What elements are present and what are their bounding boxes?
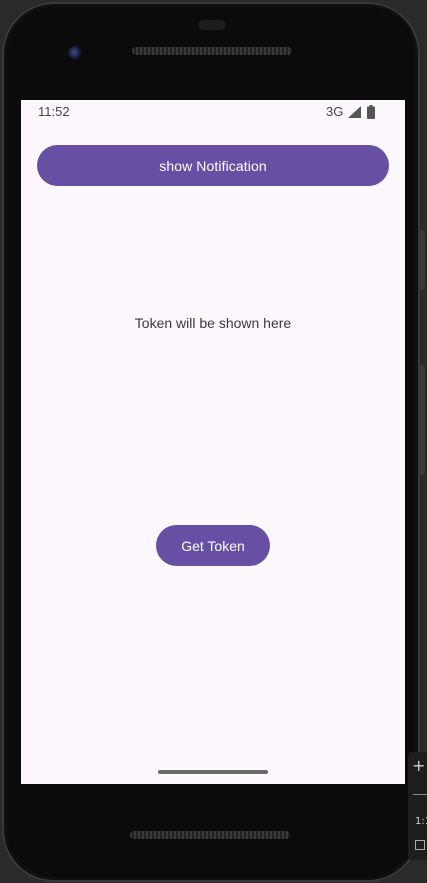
status-bar: 11:52 3G: [21, 100, 405, 124]
front-camera-icon: [68, 46, 82, 60]
plus-icon[interactable]: +: [412, 758, 425, 774]
top-slot: [198, 20, 226, 30]
zoom-ratio-label[interactable]: 1:1: [415, 816, 427, 827]
status-time: 11:52: [38, 104, 70, 119]
cellular-signal-icon: [348, 106, 361, 118]
volume-button[interactable]: [419, 365, 425, 475]
token-display-text: Token will be shown here: [134, 315, 292, 331]
get-token-button[interactable]: Get Token: [156, 525, 270, 566]
phone-frame: 11:52 3G show Notification Token will be…: [2, 2, 420, 882]
network-type: 3G: [326, 104, 344, 119]
app-screen: 11:52 3G show Notification Token will be…: [21, 100, 405, 784]
divider: [413, 794, 427, 795]
bottom-speaker-grille: [130, 831, 290, 839]
emulator-zoom-panel: + 1:1: [408, 752, 427, 860]
frame-icon[interactable]: [415, 840, 425, 850]
emulator-window: 11:52 3G show Notification Token will be…: [0, 0, 427, 883]
power-button[interactable]: [419, 230, 425, 290]
battery-icon: [367, 105, 375, 119]
top-speaker-grille: [132, 47, 292, 55]
home-gesture-bar[interactable]: [158, 770, 268, 774]
show-notification-button[interactable]: show Notification: [37, 145, 389, 186]
